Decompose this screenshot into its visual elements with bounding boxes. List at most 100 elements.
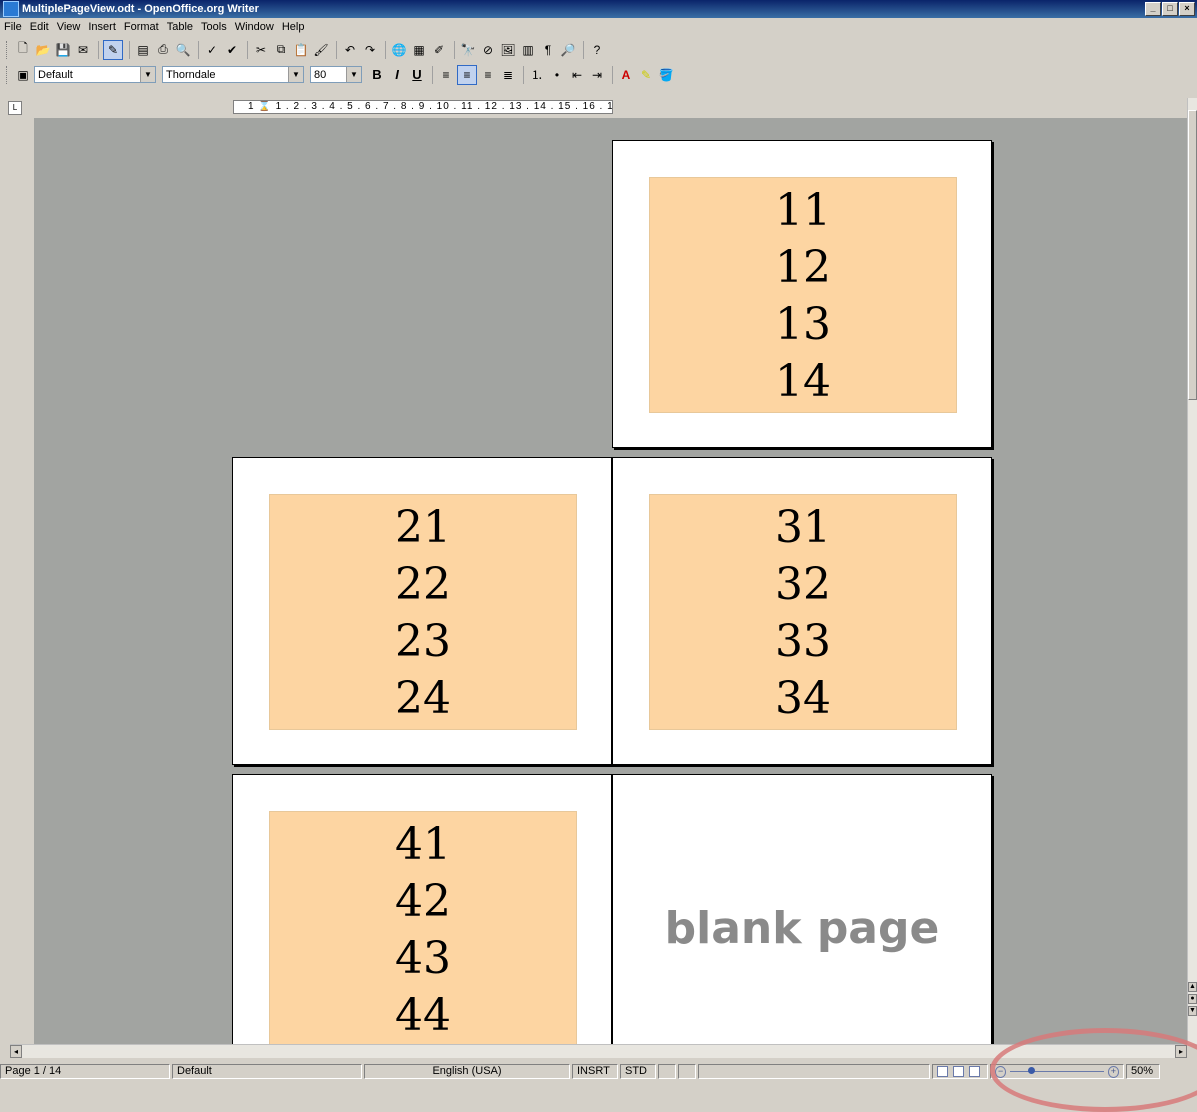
- vertical-scrollbar[interactable]: ▲ ● ▼: [1187, 98, 1197, 1044]
- menu-edit[interactable]: Edit: [30, 21, 49, 33]
- toolbar-grip[interactable]: [6, 65, 10, 84]
- copy-icon[interactable]: ⧉: [272, 41, 290, 59]
- page-preview-icon[interactable]: 🔍: [174, 41, 192, 59]
- navigator-icon[interactable]: ⊘: [479, 41, 497, 59]
- chevron-down-icon[interactable]: ▼: [140, 67, 155, 82]
- page-2[interactable]: 21 22 23 24: [232, 457, 612, 765]
- menu-table[interactable]: Table: [167, 21, 193, 33]
- menu-window[interactable]: Window: [235, 21, 274, 33]
- menu-file[interactable]: File: [4, 21, 22, 33]
- selection-mode-indicator[interactable]: STD: [620, 1064, 656, 1079]
- redo-icon[interactable]: ↷: [361, 41, 379, 59]
- text-frame: 21 22 23 24: [269, 494, 577, 730]
- page-4[interactable]: 41 42 43 44: [232, 774, 612, 1044]
- hyperlink-icon[interactable]: 🌐: [390, 41, 408, 59]
- page-5-blank[interactable]: blank page: [612, 774, 992, 1044]
- document-canvas[interactable]: 11 12 13 14 21 22 23 24 31 32 33 34 41 4…: [34, 118, 1187, 1044]
- align-left-icon[interactable]: ≡: [437, 66, 455, 84]
- clone-formatting-icon[interactable]: 🖌: [312, 41, 330, 59]
- menu-help[interactable]: Help: [282, 21, 305, 33]
- language-indicator[interactable]: English (USA): [364, 1064, 570, 1079]
- undo-icon[interactable]: ↶: [341, 41, 359, 59]
- insert-mode-indicator[interactable]: INSRT: [572, 1064, 618, 1079]
- zoom-slider-knob[interactable]: [1028, 1067, 1036, 1074]
- save-icon[interactable]: 💾: [54, 41, 72, 59]
- justify-icon[interactable]: ≣: [499, 66, 517, 84]
- page-line: 42: [395, 876, 451, 927]
- font-size-combo[interactable]: 80 ▼: [310, 66, 362, 83]
- multi-page-view-icon[interactable]: [953, 1065, 965, 1077]
- zoom-slider-control: − +: [990, 1064, 1124, 1079]
- window-title: MultiplePageView.odt - OpenOffice.org Wr…: [22, 3, 259, 15]
- align-center-icon[interactable]: ≡: [457, 64, 477, 85]
- numbering-icon[interactable]: ⒈: [528, 66, 546, 84]
- font-name-combo[interactable]: Thorndale ▼: [162, 66, 304, 83]
- open-folder-icon[interactable]: 📂: [34, 41, 52, 59]
- scroll-right-icon[interactable]: ▸: [1175, 1045, 1187, 1058]
- underline-button[interactable]: U: [408, 67, 426, 82]
- page-1[interactable]: 11 12 13 14: [612, 140, 992, 448]
- bold-button[interactable]: B: [368, 67, 386, 82]
- menu-view[interactable]: View: [57, 21, 81, 33]
- close-button[interactable]: ×: [1179, 2, 1195, 16]
- menu-insert[interactable]: Insert: [88, 21, 116, 33]
- autospellcheck-icon[interactable]: ✔: [223, 41, 241, 59]
- export-pdf-icon[interactable]: ▤: [134, 41, 152, 59]
- table-icon[interactable]: ▦: [410, 41, 428, 59]
- tab-stop-selector[interactable]: L: [8, 101, 22, 115]
- page-indicator[interactable]: Page 1 / 14: [0, 1064, 170, 1079]
- zoom-in-icon[interactable]: +: [1107, 1065, 1119, 1078]
- scroll-left-icon[interactable]: ◂: [10, 1045, 22, 1058]
- page-line: 24: [395, 673, 451, 724]
- highlighting-icon[interactable]: ✎: [637, 66, 655, 84]
- window-controls: _ □ ×: [1145, 2, 1195, 16]
- styles-formatting-icon[interactable]: ▣: [14, 66, 32, 84]
- previous-page-icon[interactable]: ▲: [1188, 982, 1197, 992]
- italic-button[interactable]: I: [388, 67, 406, 82]
- page-style-indicator[interactable]: Default: [172, 1064, 362, 1079]
- signature-indicator: [678, 1064, 696, 1079]
- zoom-percentage[interactable]: 50%: [1126, 1064, 1160, 1079]
- next-page-icon[interactable]: ▼: [1188, 1006, 1197, 1016]
- book-view-icon[interactable]: [969, 1065, 981, 1077]
- zoom-out-icon[interactable]: −: [995, 1065, 1007, 1078]
- maximize-button[interactable]: □: [1162, 2, 1178, 16]
- background-color-icon[interactable]: 🪣: [657, 66, 675, 84]
- find-replace-icon[interactable]: 🔭: [459, 41, 477, 59]
- align-right-icon[interactable]: ≡: [479, 66, 497, 84]
- zoom-slider-track[interactable]: [1010, 1067, 1104, 1074]
- minimize-button[interactable]: _: [1145, 2, 1161, 16]
- horizontal-ruler[interactable]: 1 ⌛ 1 . 2 . 3 . 4 . 5 . 6 . 7 . 8 . 9 . …: [233, 100, 613, 114]
- help-icon[interactable]: ?: [588, 41, 606, 59]
- data-sources-icon[interactable]: ▥: [519, 41, 537, 59]
- toolbar-grip[interactable]: [6, 40, 10, 59]
- navigation-icon[interactable]: ●: [1188, 994, 1197, 1004]
- page-line: 32: [775, 559, 831, 610]
- new-document-icon[interactable]: 🗋: [14, 41, 32, 59]
- print-icon[interactable]: ⎙: [154, 41, 172, 59]
- vertical-scroll-thumb[interactable]: [1188, 110, 1197, 400]
- spellcheck-icon[interactable]: ✓: [203, 41, 221, 59]
- draw-functions-icon[interactable]: ✐: [430, 41, 448, 59]
- cut-icon[interactable]: ✂: [252, 41, 270, 59]
- horizontal-scrollbar[interactable]: ◂ ▸: [10, 1044, 1187, 1058]
- single-page-view-icon[interactable]: [937, 1065, 948, 1077]
- increase-indent-icon[interactable]: ⇥: [588, 66, 606, 84]
- page-3[interactable]: 31 32 33 34: [612, 457, 992, 765]
- chevron-down-icon[interactable]: ▼: [346, 67, 361, 82]
- font-color-icon[interactable]: A: [617, 66, 635, 84]
- paste-icon[interactable]: 📋: [292, 41, 310, 59]
- menu-format[interactable]: Format: [124, 21, 159, 33]
- page-line: 21: [395, 502, 451, 553]
- formatting-marks-icon[interactable]: ¶: [539, 41, 557, 59]
- decrease-indent-icon[interactable]: ⇤: [568, 66, 586, 84]
- email-icon[interactable]: ✉: [74, 41, 92, 59]
- zoom-icon[interactable]: 🔎: [559, 41, 577, 59]
- view-layout-buttons: [932, 1064, 988, 1079]
- edit-file-icon[interactable]: ✎: [103, 39, 123, 60]
- paragraph-style-combo[interactable]: Default ▼: [34, 66, 156, 83]
- chevron-down-icon[interactable]: ▼: [288, 67, 303, 82]
- menu-tools[interactable]: Tools: [201, 21, 227, 33]
- bullets-icon[interactable]: •: [548, 66, 566, 84]
- gallery-icon[interactable]: 🖼: [499, 41, 517, 59]
